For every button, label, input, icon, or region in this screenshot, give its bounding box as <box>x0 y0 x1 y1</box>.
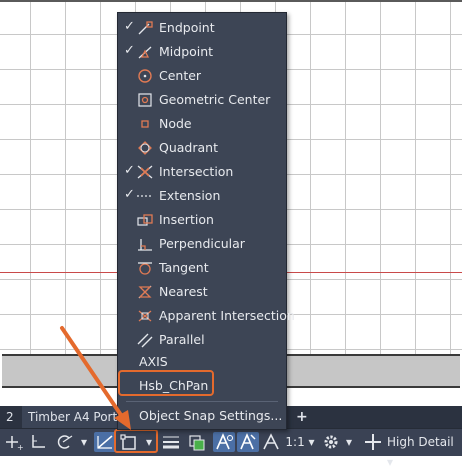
menu-item-center[interactable]: Center <box>118 64 286 88</box>
menu-item-label: Quadrant <box>159 140 218 155</box>
menu-item-label: Apparent Intersection <box>159 308 295 323</box>
intersection-icon <box>136 164 154 180</box>
menu-item-label: Geometric Center <box>159 92 271 107</box>
menu-item-parallel[interactable]: Parallel <box>118 328 286 352</box>
menu-item-label: Midpoint <box>159 44 214 59</box>
checkmark-icon <box>124 116 136 130</box>
menu-item-label: Nearest <box>159 284 208 299</box>
menu-item-node[interactable]: Node <box>118 112 286 136</box>
auto-scale-icon[interactable] <box>237 432 259 452</box>
annotation-monitor-icon[interactable] <box>362 432 384 452</box>
checkmark-icon: ✓ <box>124 187 135 202</box>
annotation-scale-icon[interactable] <box>261 432 281 452</box>
tangent-icon <box>136 260 154 276</box>
menu-item-label: AXIS <box>139 354 168 369</box>
object-snap-menu: ✓ Endpoint ✓ Midpoint Center Geometric Center… <box>117 12 295 430</box>
parallel-icon <box>136 332 154 348</box>
object-snap-highlight <box>114 429 158 453</box>
center-icon <box>136 68 154 84</box>
menu-item-object-snap-settings[interactable]: Object Snap Settings... <box>118 404 286 428</box>
menu-item-apparent-intersection[interactable]: Apparent Intersection <box>118 304 295 328</box>
workspace-dropdown-arrow[interactable]: ▾ <box>343 432 355 452</box>
menu-item-label: Extension <box>159 188 221 203</box>
checkmark-icon <box>124 284 136 298</box>
checkmark-icon <box>124 332 136 346</box>
polar-tracking-icon[interactable] <box>54 432 76 452</box>
polar-dropdown-arrow[interactable]: ▾ <box>78 432 90 452</box>
checkmark-icon <box>124 92 136 106</box>
geometric-center-icon <box>136 92 154 108</box>
checkmark-icon: ✓ <box>124 163 135 178</box>
svg-text:+: + <box>17 443 24 452</box>
scale-value: 1:1 <box>285 435 305 449</box>
status-bar: + ▾ ▾ 1:1 ▾ ▾ High Detail ▾ <box>0 428 462 469</box>
nearest-icon <box>136 284 154 300</box>
menu-item-extension[interactable]: ✓ Extension <box>118 184 286 208</box>
annotation-visibility-icon[interactable] <box>213 432 235 452</box>
window-border-top <box>0 0 462 2</box>
menu-item-perpendicular[interactable]: Perpendicular <box>118 232 286 256</box>
menu-item-label: Perpendicular <box>159 236 245 251</box>
checkmark-icon <box>124 68 136 82</box>
checkmark-icon <box>124 140 136 154</box>
menu-item-label: Intersection <box>159 164 234 179</box>
ortho-icon[interactable] <box>28 432 50 452</box>
apparent-intersection-icon <box>136 308 154 324</box>
menu-item-label: Endpoint <box>159 20 215 35</box>
add-layout-button[interactable]: + <box>290 406 314 428</box>
menu-item-label: Object Snap Settings... <box>139 408 283 423</box>
hsb-chpan-highlight <box>118 370 214 396</box>
menu-item-tangent[interactable]: Tangent <box>118 256 286 280</box>
extension-icon <box>136 188 154 204</box>
isodraft-icon[interactable] <box>94 432 116 452</box>
menu-item-intersection[interactable]: ✓ Intersection <box>118 160 286 184</box>
menu-item-nearest[interactable]: Nearest <box>118 280 286 304</box>
insertion-icon <box>136 212 154 228</box>
menu-item-quadrant[interactable]: Quadrant <box>118 136 286 160</box>
menu-item-label: Node <box>159 116 192 131</box>
selection-cycling-icon[interactable] <box>186 432 208 452</box>
detail-dropdown-arrow: ▾ <box>387 455 394 469</box>
checkmark-icon: ✓ <box>124 43 135 58</box>
menu-item-geometric-center[interactable]: Geometric Center <box>118 88 286 112</box>
perpendicular-icon <box>136 236 154 252</box>
node-icon <box>136 116 154 132</box>
menu-item-label: Tangent <box>159 260 209 275</box>
quadrant-icon <box>136 140 154 156</box>
menu-item-midpoint[interactable]: ✓ Midpoint <box>118 40 286 64</box>
dynamic-input-icon[interactable]: + <box>4 432 26 452</box>
checkmark-icon <box>124 308 136 322</box>
endpoint-icon <box>136 20 154 36</box>
checkmark-icon <box>124 260 136 274</box>
menu-item-insertion[interactable]: Insertion <box>118 208 286 232</box>
scale-dropdown-arrow: ▾ <box>308 435 315 449</box>
checkmark-icon <box>124 236 136 250</box>
menu-item-endpoint[interactable]: ✓ Endpoint <box>118 16 286 40</box>
lineweight-icon[interactable] <box>160 432 182 452</box>
menu-item-label: Center <box>159 68 202 83</box>
menu-separator <box>126 401 278 402</box>
workspace-gear-icon[interactable] <box>320 432 342 452</box>
midpoint-icon <box>136 44 154 60</box>
detail-value: High Detail <box>387 435 454 449</box>
menu-item-label: Parallel <box>159 332 205 347</box>
annotation-scale-dropdown[interactable]: 1:1 ▾ <box>285 432 315 452</box>
checkmark-icon <box>124 212 136 226</box>
tab-number[interactable]: 2 <box>0 406 20 428</box>
graphics-detail-dropdown[interactable]: High Detail ▾ <box>387 432 461 469</box>
checkmark-icon: ✓ <box>124 19 135 34</box>
menu-item-label: Insertion <box>159 212 214 227</box>
